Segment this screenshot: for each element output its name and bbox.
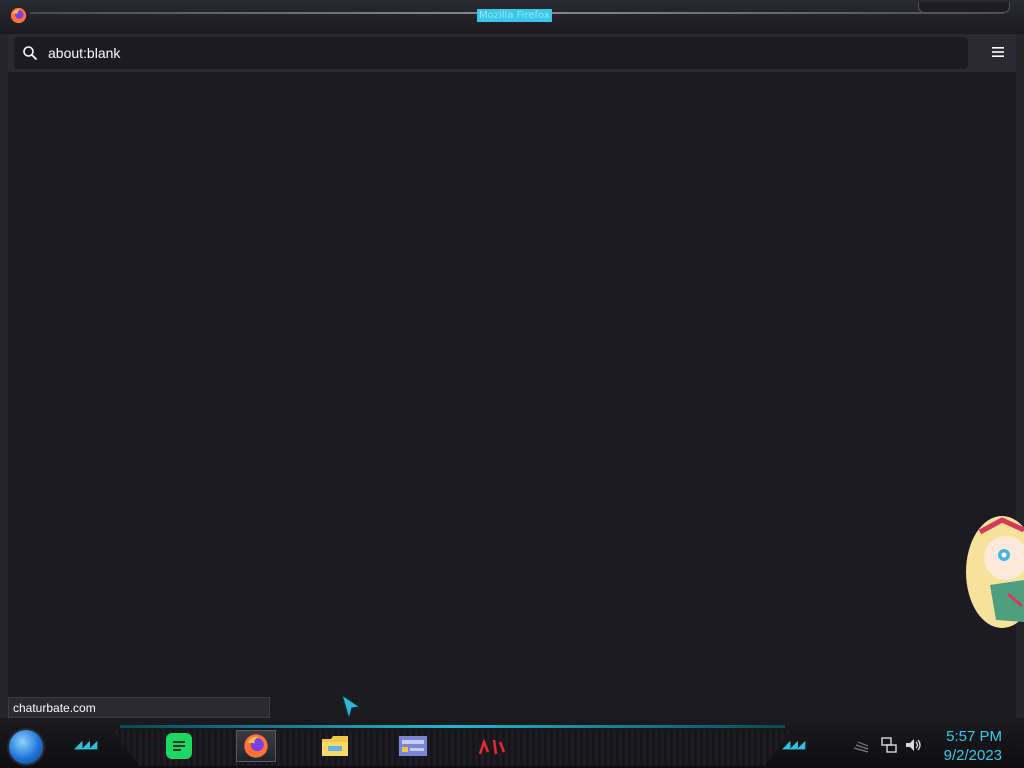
address-bar[interactable]: about:blank <box>14 37 968 69</box>
firefox-icon <box>244 734 268 758</box>
folder-icon <box>322 736 348 756</box>
control-panel-icon <box>399 736 427 756</box>
hamburger-menu-icon[interactable] <box>990 44 1006 60</box>
search-icon <box>23 46 38 61</box>
browser-toolbar: about:blank <box>8 34 1016 72</box>
taskbar-control-panel[interactable] <box>396 730 430 762</box>
character-sticker <box>966 516 1024 628</box>
firefox-icon[interactable] <box>10 7 27 24</box>
taskbar-clock[interactable]: 5:57 PM 9/2/2023 <box>944 727 1002 765</box>
volume-icon[interactable] <box>904 736 922 754</box>
clock-date: 9/2/2023 <box>943 747 1002 764</box>
taskbar-media-app[interactable] <box>474 730 508 762</box>
window-title: Mozilla Firefox <box>477 9 552 22</box>
window-left-border <box>0 34 8 718</box>
tray-arrow-icon[interactable] <box>852 736 870 754</box>
page-content[interactable] <box>8 72 1016 718</box>
window-controls[interactable] <box>918 2 1010 13</box>
taskbar-file-explorer[interactable] <box>318 730 352 762</box>
decorative-chevrons-left: ◢◢◢ <box>74 738 97 751</box>
decorative-chevrons-right: ◢◢◢ <box>782 738 805 751</box>
address-bar-url[interactable]: about:blank <box>48 45 120 61</box>
spotify-icon <box>166 733 192 759</box>
window-titlebar[interactable]: Mozilla Firefox <box>0 0 1024 35</box>
media-app-icon <box>476 738 506 755</box>
taskbar-firefox[interactable] <box>236 730 276 762</box>
clock-time: 5:57 PM <box>946 728 1002 745</box>
taskbar-spotify[interactable] <box>162 730 196 762</box>
mouse-cursor <box>340 693 362 721</box>
link-status-tooltip: chaturbate.com <box>8 697 270 718</box>
taskbar-glow <box>120 725 785 728</box>
network-icon[interactable] <box>880 736 898 754</box>
taskbar-frame <box>112 730 792 766</box>
start-button[interactable] <box>9 730 43 764</box>
taskbar: ◢◢◢ ◢◢◢ 5:57 PM 9/2/2023 <box>0 718 1024 768</box>
